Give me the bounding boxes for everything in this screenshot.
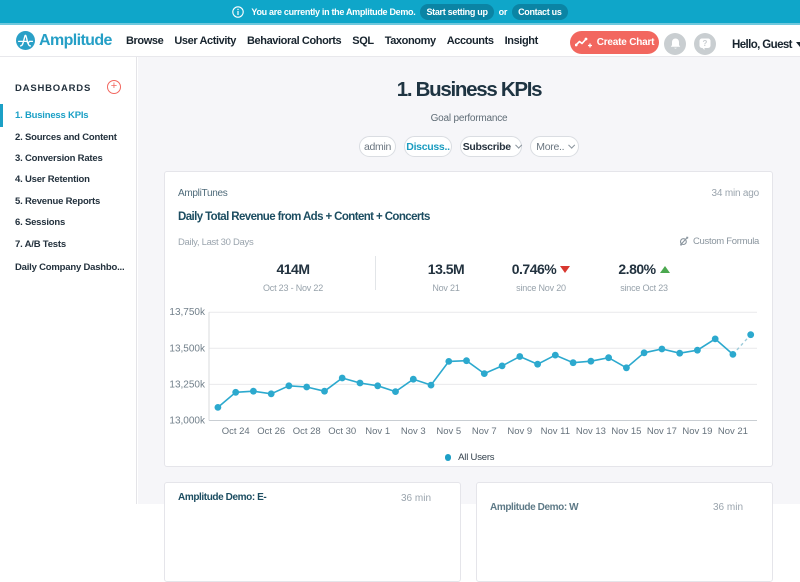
svg-text:Nov 7: Nov 7 xyxy=(472,426,497,437)
svg-text:13,000k: 13,000k xyxy=(169,416,206,427)
svg-text:Nov 13: Nov 13 xyxy=(576,426,606,437)
svg-text:Nov 15: Nov 15 xyxy=(611,426,641,437)
svg-text:Oct 30: Oct 30 xyxy=(328,426,356,437)
svg-text:Nov 17: Nov 17 xyxy=(647,426,677,437)
svg-text:Nov 21: Nov 21 xyxy=(718,426,748,437)
svg-text:13,250k: 13,250k xyxy=(169,379,206,390)
svg-text:Nov 5: Nov 5 xyxy=(436,426,461,437)
svg-text:Oct 26: Oct 26 xyxy=(257,426,285,437)
svg-text:13,750k: 13,750k xyxy=(169,307,206,318)
svg-text:Nov 1: Nov 1 xyxy=(365,426,390,437)
svg-text:Nov 3: Nov 3 xyxy=(401,426,426,437)
svg-text:Nov 19: Nov 19 xyxy=(682,426,712,437)
svg-text:13,500k: 13,500k xyxy=(169,343,206,354)
svg-text:Nov 11: Nov 11 xyxy=(541,426,570,437)
svg-text:Nov 9: Nov 9 xyxy=(507,426,532,437)
svg-text:Oct 28: Oct 28 xyxy=(293,426,321,437)
svg-text:?: ? xyxy=(703,39,708,48)
svg-text:Oct 24: Oct 24 xyxy=(222,426,250,437)
